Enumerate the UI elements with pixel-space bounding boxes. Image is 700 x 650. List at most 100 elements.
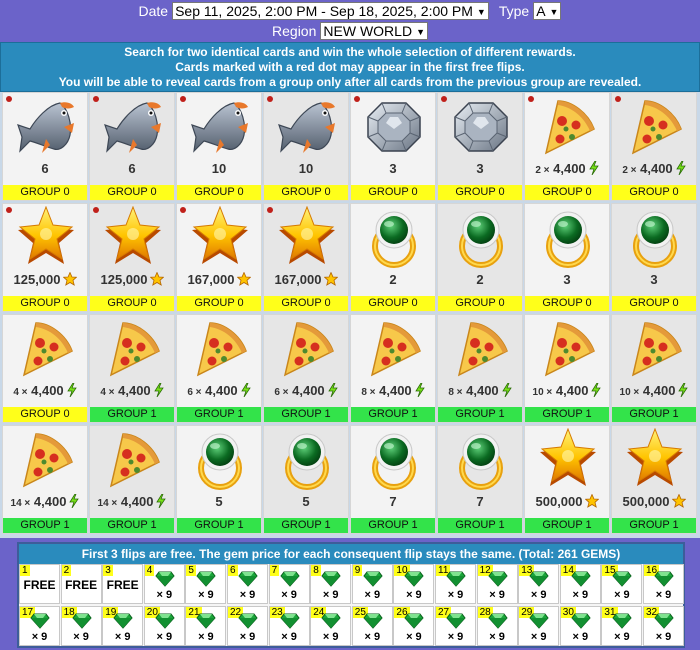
card-grid: 6 GROUP 0 6 GROUP 0 10 GROUP 0 10 GROUP 0 3 GROUP… [0, 92, 700, 536]
reward-card[interactable]: 10 × 4,400 GROUP 1 [524, 314, 610, 423]
reward-card[interactable]: 10 GROUP 0 [176, 92, 262, 201]
star-icon [625, 428, 685, 492]
reward-value: 3 [438, 161, 522, 179]
reward-card[interactable]: 6 × 4,400 GROUP 1 [263, 314, 349, 423]
reward-card[interactable]: 14 × 4,400 GROUP 1 [89, 425, 175, 534]
gem-cost: × 9 [198, 589, 214, 601]
gem-icon [321, 613, 341, 629]
gem-cost: × 9 [447, 589, 464, 601]
gem-icon [612, 613, 632, 629]
reward-card[interactable]: 2 GROUP 0 [437, 203, 523, 312]
reward-multiplier: 14 × [97, 498, 118, 509]
reward-card[interactable]: 5 GROUP 1 [176, 425, 262, 534]
reward-card[interactable]: 10 × 4,400 GROUP 1 [611, 314, 697, 423]
reward-card[interactable]: 4 × 4,400 GROUP 1 [89, 314, 175, 423]
reward-amount: 3 [389, 161, 397, 176]
region-select[interactable]: NEW WORLD ▼ [320, 22, 428, 40]
reward-card[interactable]: 7 GROUP 1 [350, 425, 436, 534]
reward-card[interactable]: 3 GROUP 0 [524, 203, 610, 312]
date-range-select[interactable]: Sep 11, 2025, 2:00 PM - Sep 18, 2025, 2:… [172, 2, 489, 20]
emerald-ring-icon [190, 428, 250, 492]
type-select[interactable]: A ▼ [533, 2, 562, 20]
group-label: GROUP 1 [90, 518, 174, 533]
gem-cost: × 9 [156, 589, 173, 601]
reward-card[interactable]: 2 × 4,400 GROUP 0 [524, 92, 610, 201]
reward-card[interactable]: 3 GROUP 0 [350, 92, 436, 201]
red-dot-marker [93, 207, 99, 213]
energy-icon [241, 383, 251, 397]
red-dot-marker [267, 96, 273, 102]
reward-card[interactable]: 8 × 4,400 GROUP 1 [437, 314, 523, 423]
reward-card[interactable]: 167,000 GROUP 0 [176, 203, 262, 312]
red-dot-marker [267, 207, 273, 213]
date-label: Date [138, 3, 169, 19]
group-label: GROUP 1 [264, 518, 348, 533]
flip-number: 5 [186, 565, 196, 576]
reward-value: 7 [351, 494, 435, 512]
gem-icon [238, 571, 258, 587]
group-label: GROUP 0 [3, 407, 87, 422]
reward-card[interactable]: 7 GROUP 1 [437, 425, 523, 534]
reward-card[interactable]: 6 × 4,400 GROUP 1 [176, 314, 262, 423]
reward-card[interactable]: 6 GROUP 0 [2, 92, 88, 201]
flip-number: 9 [352, 565, 363, 576]
flip-number: 2 [61, 565, 72, 576]
reward-card[interactable]: 2 GROUP 0 [350, 203, 436, 312]
flip-number: 6 [228, 565, 238, 576]
flip-price-cell: 27 × 9 [435, 606, 476, 646]
reward-card[interactable]: 6 GROUP 0 [89, 92, 175, 201]
gem-icon [446, 613, 466, 629]
reward-card[interactable]: 500,000 GROUP 1 [524, 425, 610, 534]
gem-cost: × 9 [489, 589, 505, 601]
energy-icon [676, 161, 686, 175]
reward-amount: 167,000 [274, 272, 322, 287]
reward-multiplier: 10 × [532, 387, 553, 398]
flip-price-cell: 6 × 9 [227, 564, 268, 604]
reward-value: 5 [177, 494, 261, 512]
reward-amount: 4,400 [642, 383, 676, 398]
flip-price-cell: 21 × 9 [185, 606, 227, 646]
reward-amount: 3 [563, 272, 571, 287]
energy-icon [678, 383, 688, 397]
diamond-icon [364, 95, 424, 159]
reward-card[interactable]: 167,000 GROUP 0 [263, 203, 349, 312]
reward-value: 8 × 4,400 [438, 383, 522, 401]
reward-card[interactable]: 125,000 GROUP 0 [89, 203, 175, 312]
reward-card[interactable]: 5 GROUP 1 [263, 425, 349, 534]
reward-amount: 4,400 [118, 383, 151, 398]
emerald-ring-icon [277, 428, 337, 492]
flip-price-cell: 1 FREE [19, 564, 60, 604]
reward-card[interactable]: 125,000 GROUP 0 [2, 203, 88, 312]
emerald-ring-icon [451, 428, 511, 492]
group-label: GROUP 0 [264, 185, 348, 200]
star-icon [190, 206, 250, 270]
gem-cost: × 9 [239, 589, 256, 601]
gem-cost: × 9 [281, 589, 297, 601]
reward-value: 3 [351, 161, 435, 179]
pizza-icon [103, 317, 163, 381]
reward-card[interactable]: 3 GROUP 0 [611, 203, 697, 312]
red-dot-marker [354, 96, 360, 102]
reward-card[interactable]: 3 GROUP 0 [437, 92, 523, 201]
reward-card[interactable]: 500,000 GROUP 1 [611, 425, 697, 534]
group-label: GROUP 1 [351, 518, 435, 533]
emerald-ring-icon [451, 206, 511, 270]
reward-card[interactable]: 4 × 4,400 GROUP 0 [2, 314, 88, 423]
reward-card[interactable]: 8 × 4,400 GROUP 1 [350, 314, 436, 423]
group-label: GROUP 0 [3, 296, 87, 311]
flip-price-cell: 24 × 9 [310, 606, 352, 646]
gem-cost: × 9 [655, 631, 672, 643]
reward-value: 5 [264, 494, 348, 512]
reward-multiplier: 8 × [361, 387, 376, 398]
gem-cost: × 9 [530, 589, 547, 601]
reward-card[interactable]: 10 GROUP 0 [263, 92, 349, 201]
flip-price-cell: 22 × 9 [227, 606, 268, 646]
group-label: GROUP 1 [351, 407, 435, 422]
reward-amount: 7 [389, 494, 397, 509]
reward-card[interactable]: 2 × 4,400 GROUP 0 [611, 92, 697, 201]
rules-banner: Search for two identical cards and win t… [0, 42, 700, 92]
pizza-icon [277, 317, 337, 381]
reward-value: 10 × 4,400 [525, 383, 609, 401]
type-label: Type [498, 3, 530, 19]
reward-card[interactable]: 14 × 4,400 GROUP 1 [2, 425, 88, 534]
